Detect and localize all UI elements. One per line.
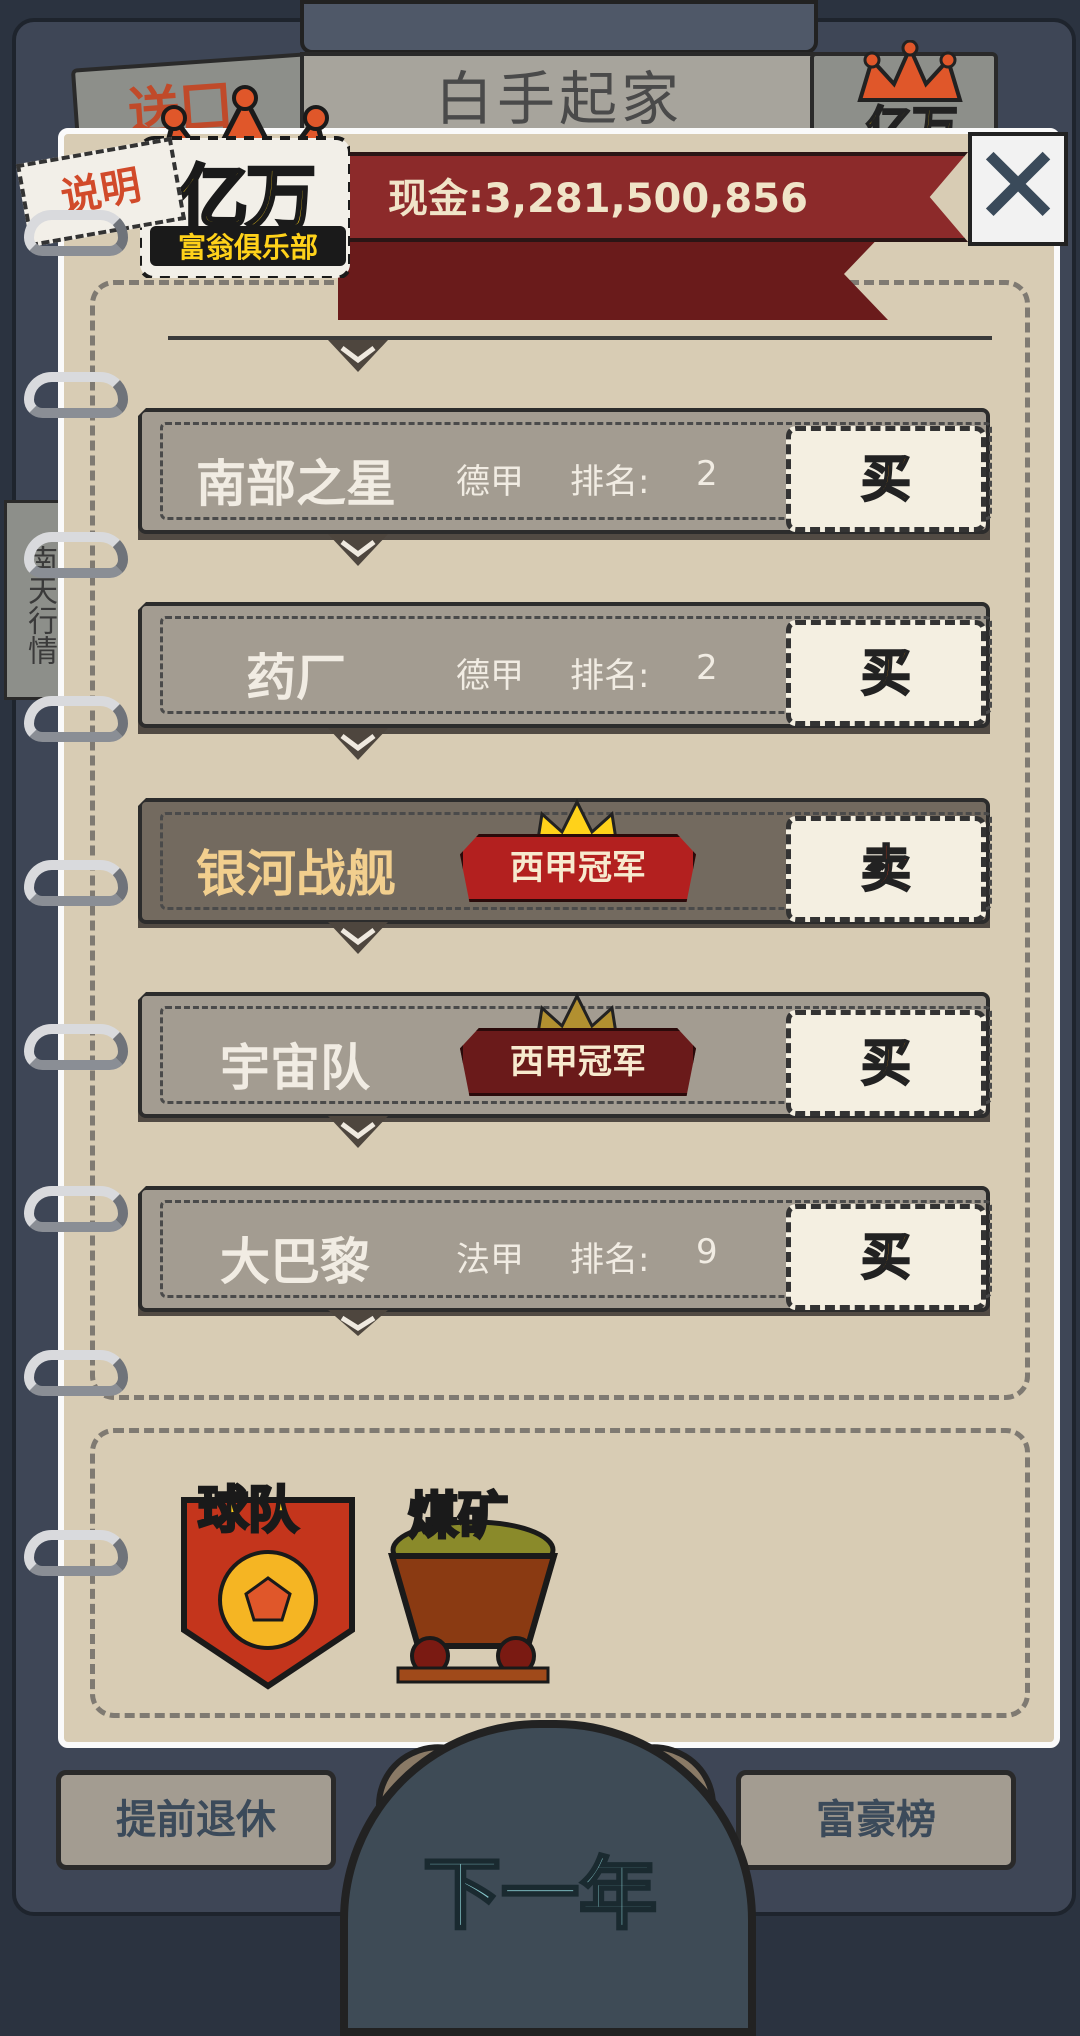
next-year-label: 下一年 <box>421 1849 658 1942</box>
chevron-down-icon <box>328 534 388 566</box>
binder-ring <box>24 1186 128 1232</box>
side-tab-market[interactable]: 南天行情 <box>4 500 62 700</box>
champion-badge: 西甲冠军 <box>460 1028 696 1096</box>
retire-early-button[interactable]: 提前退休 <box>56 1770 336 1870</box>
chevron-down-icon <box>328 1310 388 1336</box>
sell-button[interactable]: 卖 <box>786 816 986 922</box>
team-rank: 9 <box>696 1232 718 1272</box>
buy-button[interactable]: 买 <box>786 620 986 726</box>
list-top-divider <box>168 336 992 340</box>
team-league: 法甲 <box>456 1240 524 1280</box>
binder-ring <box>24 860 128 906</box>
binder-ring <box>24 696 128 742</box>
cash-value: 3,281,500,856 <box>484 176 808 222</box>
team-name: 南部之星 <box>196 455 396 513</box>
team-rank: 2 <box>696 648 718 688</box>
team-league: 德甲 <box>456 462 524 502</box>
team-rank-label: 排名: <box>570 462 650 502</box>
logo-subtitle: 富翁俱乐部 <box>150 226 346 266</box>
chevron-down-icon <box>328 340 388 372</box>
team-name: 药厂 <box>246 649 346 707</box>
chevron-down-icon <box>328 922 388 954</box>
binder-clip <box>300 0 818 54</box>
binder-ring <box>24 1350 128 1396</box>
binder-ring <box>24 1530 128 1576</box>
champion-badge: 西甲冠军 <box>460 834 696 902</box>
chevron-down-icon <box>328 1116 388 1148</box>
category-team-button[interactable]: 球队 <box>178 1470 358 1690</box>
binder-ring <box>24 532 128 578</box>
close-button[interactable]: ✕ <box>968 131 1068 246</box>
team-rank-label: 排名: <box>570 656 650 696</box>
binder-ring <box>24 210 128 256</box>
buy-button[interactable]: 买 <box>786 426 986 532</box>
team-name: 银河战舰 <box>196 845 396 903</box>
team-rank: 2 <box>696 454 718 494</box>
binder-ring <box>24 372 128 418</box>
rich-list-button[interactable]: 富豪榜 <box>736 1770 1016 1870</box>
cash-display: 现金:3,281,500,856 <box>388 166 808 224</box>
chevron-down-icon <box>328 728 388 760</box>
category-mine-button[interactable]: 煤矿 <box>378 1476 568 1686</box>
team-name: 宇宙队 <box>220 1039 370 1097</box>
team-name: 大巴黎 <box>220 1233 370 1291</box>
cash-label: 现金: <box>388 176 484 222</box>
category-mine-label: 煤矿 <box>407 1486 510 1547</box>
category-team-label: 球队 <box>197 1480 300 1541</box>
team-rank-label: 排名: <box>570 1240 650 1280</box>
buy-button[interactable]: 买 <box>786 1010 986 1116</box>
team-league: 德甲 <box>456 656 524 696</box>
buy-button[interactable]: 买 <box>786 1204 986 1310</box>
binder-ring <box>24 1024 128 1070</box>
